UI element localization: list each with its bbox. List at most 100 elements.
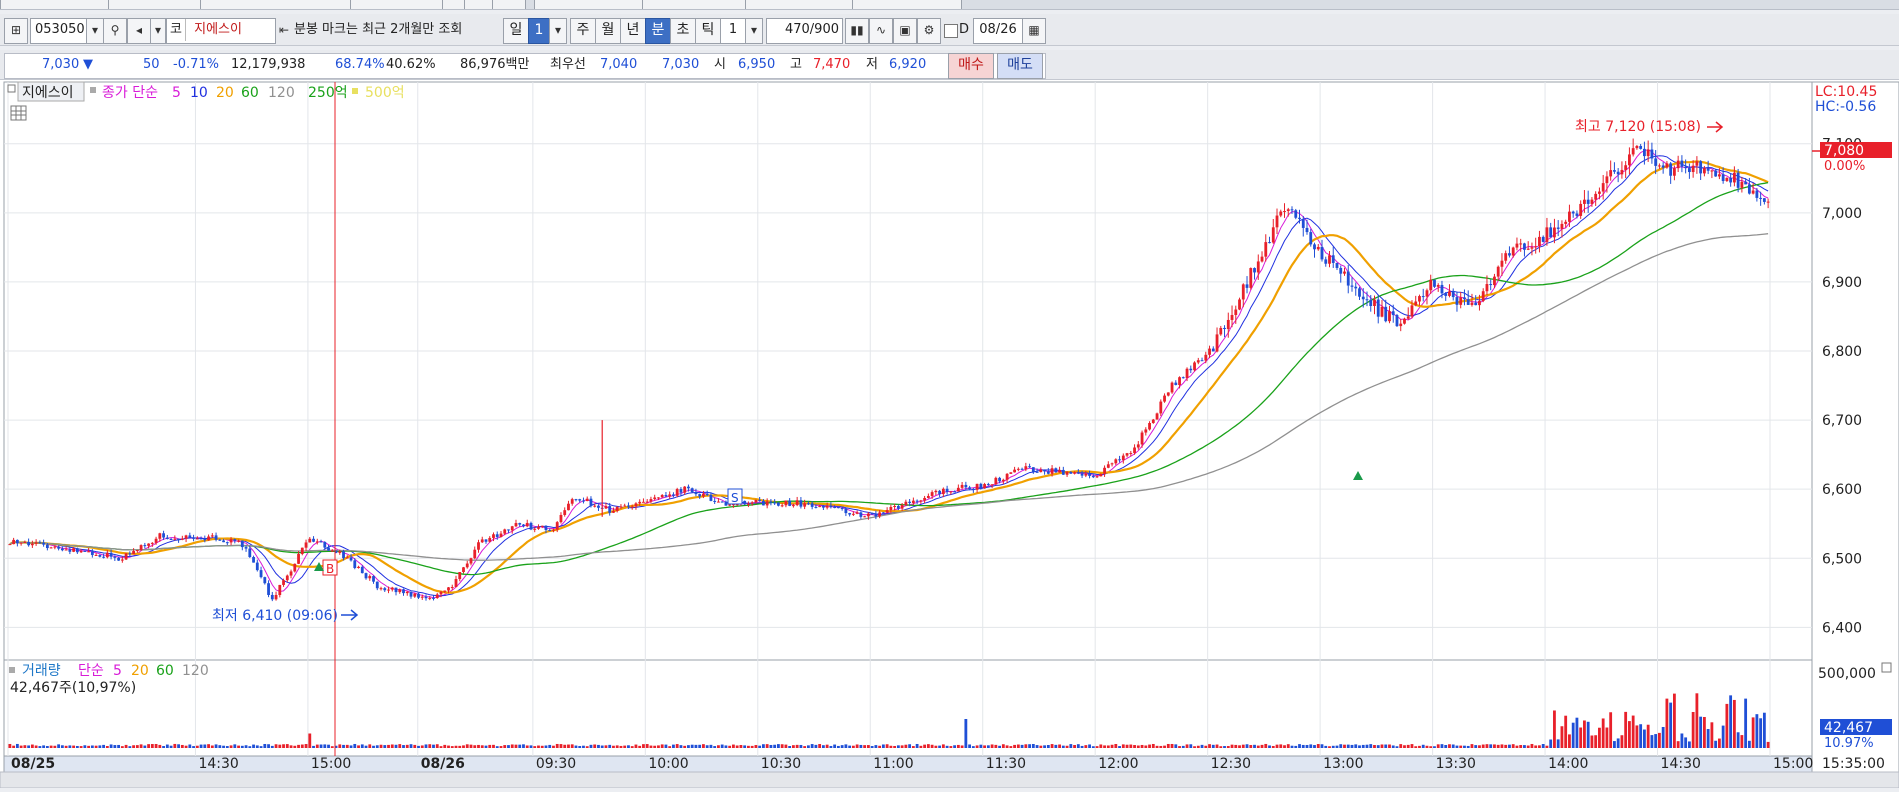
candle-body xyxy=(683,486,687,493)
password-box[interactable] xyxy=(108,0,204,9)
volume-bar xyxy=(1620,735,1624,748)
candle-body xyxy=(244,547,248,549)
volume-bar xyxy=(105,746,109,748)
tab-day[interactable]: 일 xyxy=(503,18,529,44)
candle-body xyxy=(368,576,372,579)
volume-bar xyxy=(1643,729,1646,748)
y-tick-label: 6,500 xyxy=(1822,551,1862,567)
d-label: D xyxy=(959,22,970,37)
grid-table-icon[interactable] xyxy=(10,105,27,121)
layout-icon[interactable]: ⊞ xyxy=(4,18,28,44)
tab-day-count[interactable]: 1 xyxy=(528,18,550,44)
top-tab-1[interactable] xyxy=(200,0,362,9)
volume-bar xyxy=(791,745,795,748)
code-dropdown-icon[interactable]: ▾ xyxy=(86,18,104,44)
x-tick-label: 10:30 xyxy=(761,756,801,772)
speaker-icon[interactable]: ◂ xyxy=(127,18,151,44)
sell-button[interactable]: 매도 xyxy=(997,53,1043,79)
volume-bar xyxy=(660,744,664,748)
volume-bar xyxy=(1710,722,1714,748)
search-icon[interactable]: ⚲ xyxy=(103,18,127,44)
volume-bar xyxy=(495,746,499,748)
volume-bar xyxy=(477,744,480,748)
volume-bar xyxy=(1256,745,1260,748)
x-tick-label: 08/26 xyxy=(421,756,465,772)
volume-bar xyxy=(1358,745,1361,748)
candle-body xyxy=(327,547,330,551)
candle-body xyxy=(177,538,180,540)
candle-body xyxy=(1223,327,1226,330)
volume-bar xyxy=(1736,732,1740,748)
vol-value: 42,467주(10,97%) xyxy=(10,680,136,696)
candle-body xyxy=(289,571,293,576)
candle-body xyxy=(1016,468,1020,470)
save-icon[interactable]: ▣ xyxy=(893,18,917,44)
indicator-icon[interactable]: ∿ xyxy=(869,18,893,44)
candle-body xyxy=(960,484,964,488)
top-tab-7[interactable] xyxy=(642,0,752,9)
top-tab-9[interactable] xyxy=(852,0,962,9)
interval-dropdown-icon[interactable]: ▾ xyxy=(745,18,763,44)
scroll-bar[interactable] xyxy=(0,771,1899,789)
price-chart[interactable]: 7,1007,0006,9006,8006,7006,6006,5006,400… xyxy=(0,80,1899,789)
volume-bar xyxy=(552,745,555,748)
change-pct: -0.71% xyxy=(173,57,219,72)
volume-bar xyxy=(75,745,79,748)
volume-bar xyxy=(222,745,225,748)
volume-bar xyxy=(1369,744,1373,748)
volume-bar xyxy=(589,744,593,748)
volume-bar xyxy=(12,745,16,748)
day-count-dropdown-icon[interactable]: ▾ xyxy=(549,18,567,44)
tab-week[interactable]: 주 xyxy=(570,18,596,44)
tab-tick[interactable]: 틱 xyxy=(695,18,721,44)
top-tab-5[interactable] xyxy=(492,0,526,9)
candle-body xyxy=(150,542,154,544)
volume-bar xyxy=(357,745,360,748)
candle-body xyxy=(1140,432,1144,445)
tab-month[interactable]: 월 xyxy=(595,18,621,44)
volume-bar xyxy=(728,745,732,748)
volume-bar xyxy=(724,745,728,748)
stock-name-box[interactable]: 코 지에스이 xyxy=(166,18,276,44)
candle-body xyxy=(612,510,615,513)
volume-bar xyxy=(563,744,567,748)
speaker-dropdown-icon[interactable]: ▾ xyxy=(150,18,166,44)
candle-body xyxy=(492,534,495,538)
gear-icon[interactable]: ⚙ xyxy=(917,18,941,44)
count-input[interactable]: 470/900 xyxy=(766,18,843,44)
volume-bar xyxy=(117,744,120,748)
top-tab-2[interactable] xyxy=(350,0,454,9)
volume-bar xyxy=(953,745,957,748)
volume-bar xyxy=(649,745,653,748)
account-box[interactable] xyxy=(0,0,109,9)
buy-button[interactable]: 매수 xyxy=(948,53,994,79)
candle-body xyxy=(1313,244,1316,250)
candle-type-icon[interactable]: ▮▮ xyxy=(845,18,869,44)
candle-body xyxy=(68,549,72,552)
candle-body xyxy=(660,495,664,498)
volume-bar xyxy=(1429,746,1433,748)
top-tab-8[interactable] xyxy=(745,0,855,9)
volume-bar xyxy=(717,745,720,748)
volume-bar xyxy=(934,745,938,748)
volume-bar xyxy=(443,744,447,748)
top-tab-6[interactable] xyxy=(534,0,644,9)
candle-body xyxy=(1553,227,1556,238)
tab-second[interactable]: 초 xyxy=(670,18,696,44)
interval-input[interactable]: 1 xyxy=(720,18,746,44)
code-input[interactable]: 053050 xyxy=(30,18,92,44)
chart-panel[interactable]: 7,1007,0006,9006,8006,7006,6006,5006,400… xyxy=(0,80,1899,789)
volume-bar xyxy=(739,745,743,748)
min-annotation: 최저 6,410 (09:06) xyxy=(212,608,338,624)
calendar-icon[interactable]: ▦ xyxy=(1022,18,1046,44)
volume-bar xyxy=(1478,745,1481,748)
tab-year[interactable]: 년 xyxy=(620,18,646,44)
volume-bar xyxy=(627,745,630,748)
d-checkbox[interactable] xyxy=(944,24,958,38)
vol-close-icon[interactable] xyxy=(1881,662,1892,673)
tab-minute[interactable]: 분 xyxy=(645,18,671,44)
date-input[interactable]: 08/26 xyxy=(973,18,1023,44)
candle-body xyxy=(1264,242,1268,257)
volume-bar xyxy=(1586,721,1590,748)
candle-body xyxy=(533,528,537,530)
